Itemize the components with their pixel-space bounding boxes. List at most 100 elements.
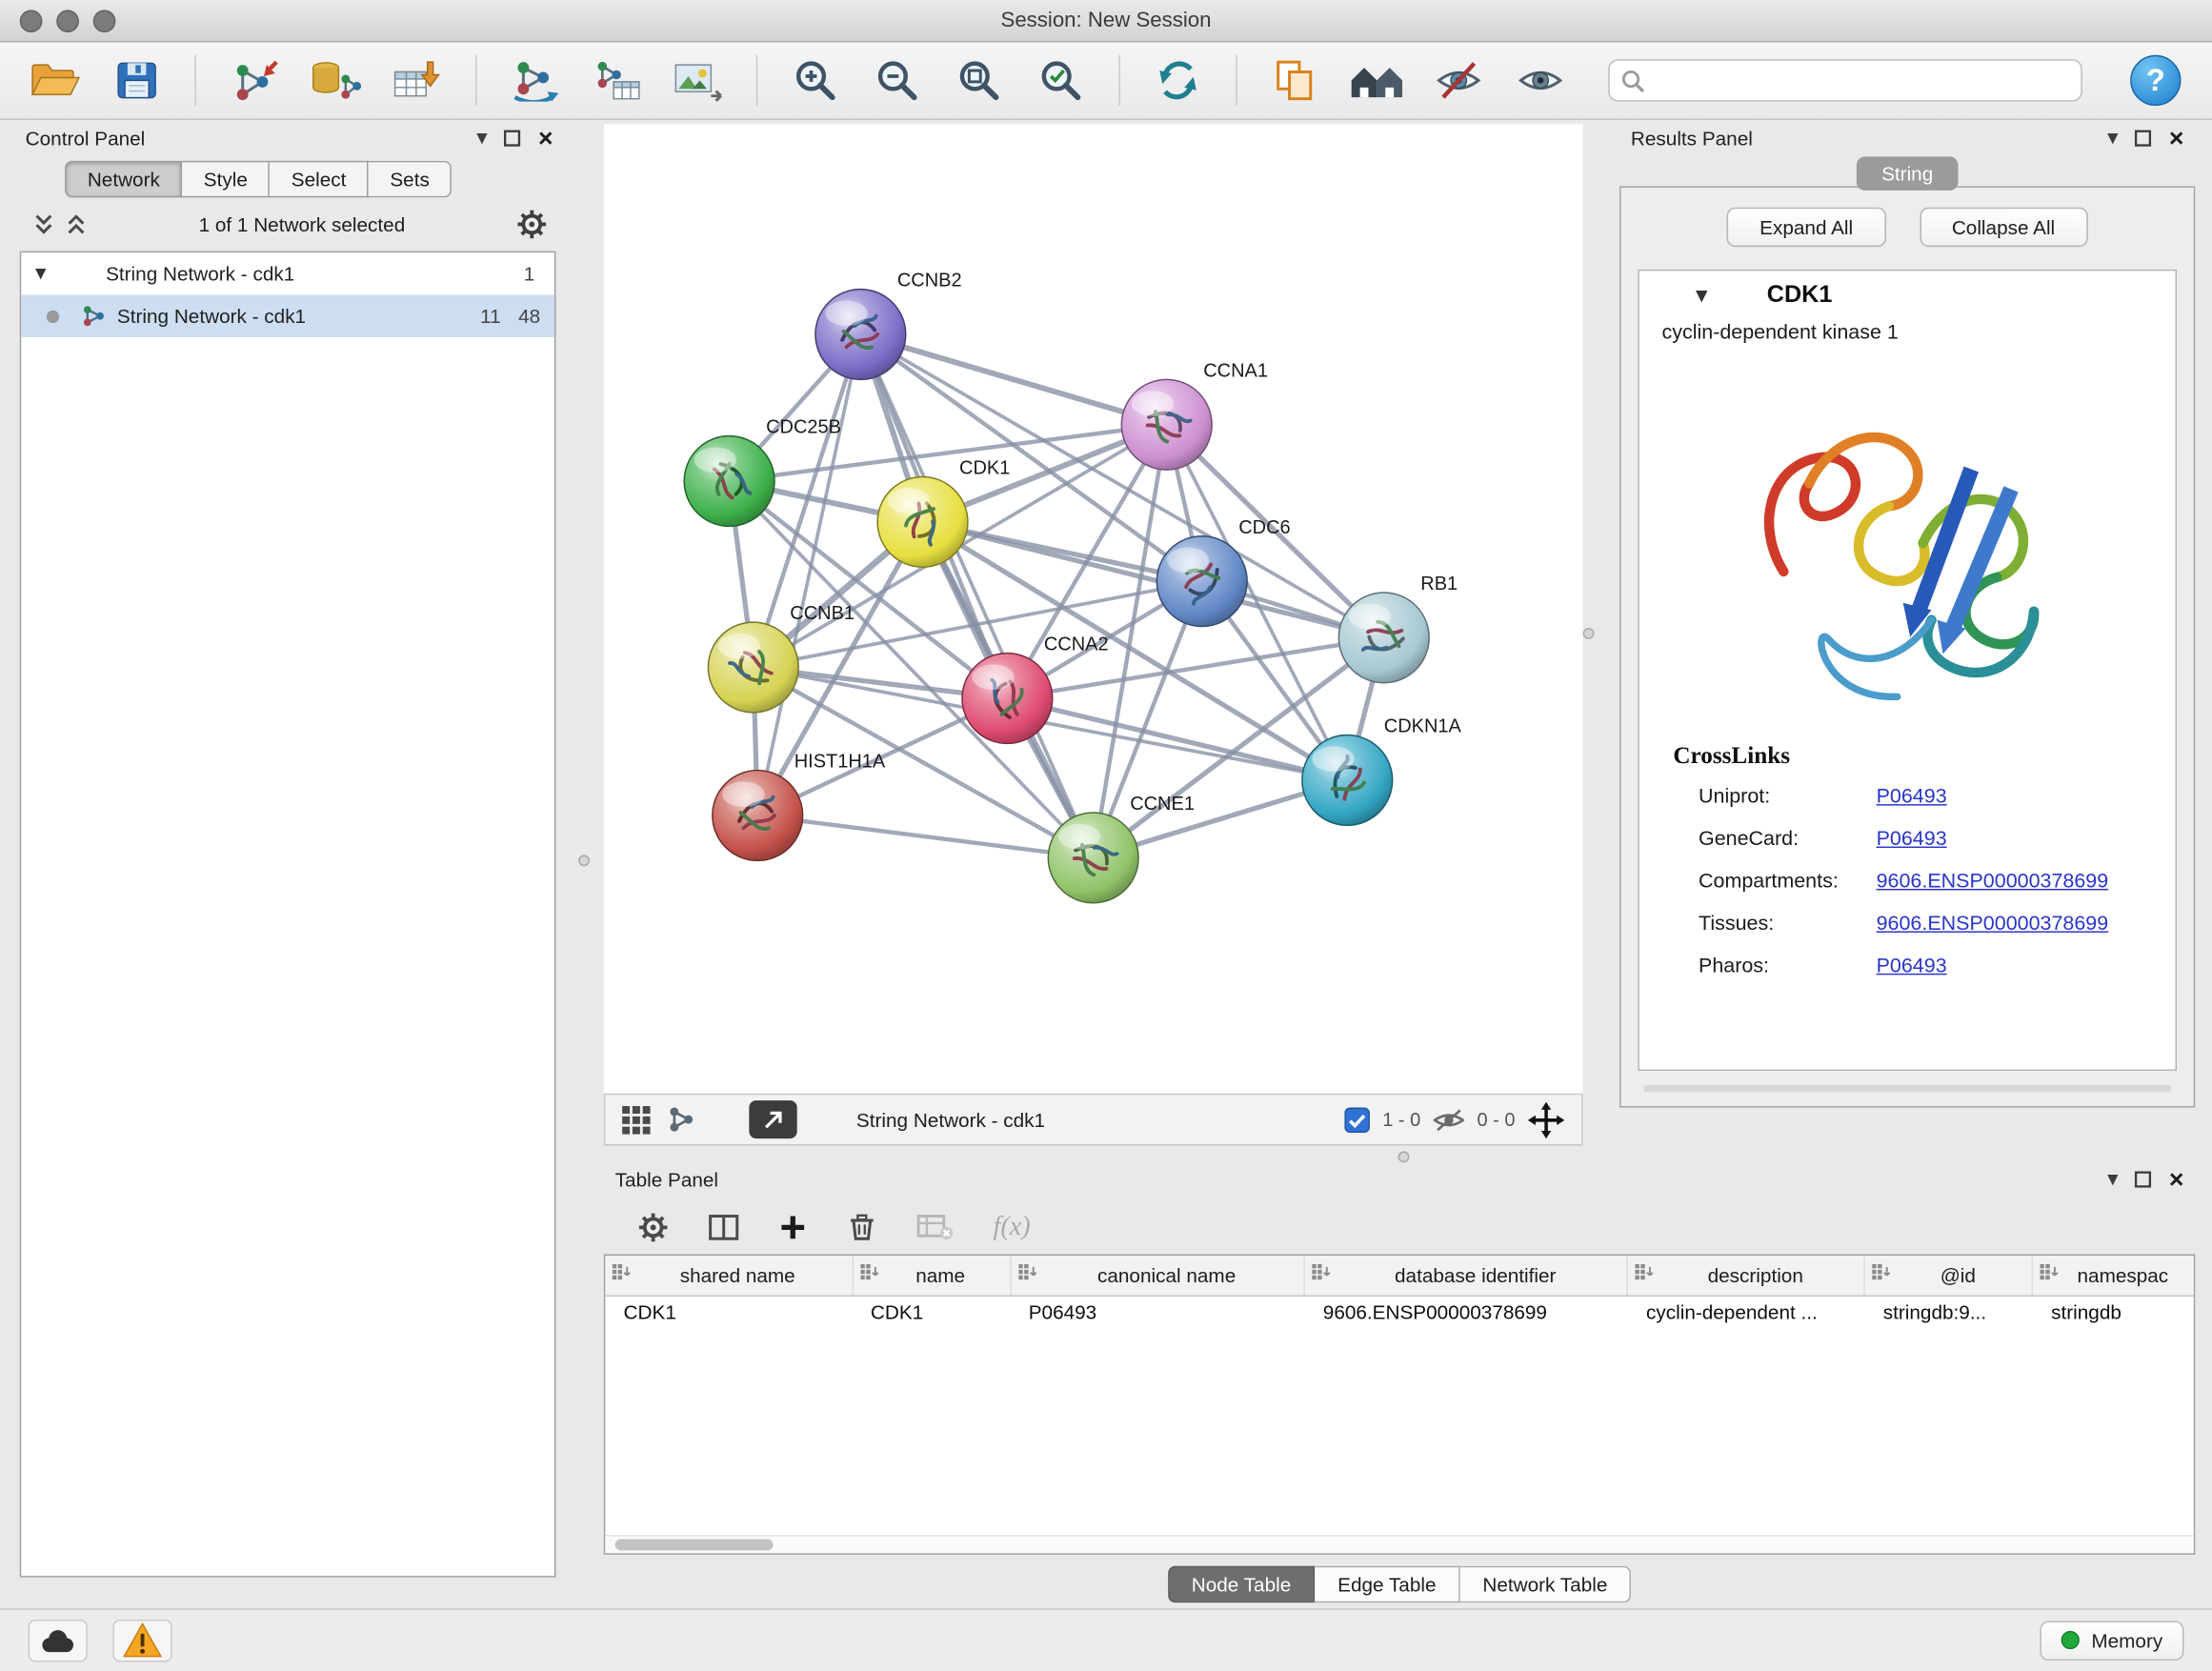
table-cell[interactable]: cyclin-dependent ... <box>1628 1295 1865 1333</box>
new-network-button[interactable] <box>502 48 567 112</box>
network-node-RB1[interactable]: RB1 <box>1338 574 1458 683</box>
column-header[interactable]: description <box>1628 1256 1865 1295</box>
memory-button[interactable]: Memory <box>2041 1621 2183 1660</box>
tab-style[interactable]: Style <box>183 161 271 198</box>
results-horizontal-scrollbar[interactable] <box>1643 1085 2171 1092</box>
table-cell[interactable]: P06493 <box>1010 1295 1304 1333</box>
network-edge[interactable] <box>860 334 1093 857</box>
left-splitter-handle[interactable] <box>578 855 590 866</box>
export-table-button[interactable] <box>584 48 649 112</box>
crosslink-link[interactable]: 9606.ENSP00000378699 <box>1877 860 2109 902</box>
network-collection-row[interactable]: ▼ String Network - cdk1 1 <box>21 252 554 294</box>
network-row[interactable]: String Network - cdk1 11 48 <box>21 295 554 337</box>
collapse-all-icon[interactable] <box>34 213 55 236</box>
show-graphics-button[interactable] <box>1508 48 1573 112</box>
table-cell[interactable]: 9606.ENSP00000378699 <box>1305 1295 1628 1333</box>
panel-float-icon[interactable] <box>2135 1171 2152 1188</box>
table-cell[interactable]: CDK1 <box>853 1295 1011 1333</box>
warnings-button[interactable] <box>112 1619 171 1661</box>
open-session-button[interactable] <box>23 48 88 112</box>
close-window-button[interactable] <box>20 10 43 32</box>
column-header[interactable]: canonical name <box>1010 1256 1304 1295</box>
minimize-window-button[interactable] <box>56 10 79 32</box>
column-header[interactable]: @id <box>1864 1256 2032 1295</box>
column-header[interactable]: namespac <box>2033 1256 2194 1295</box>
tab-select[interactable]: Select <box>271 161 370 198</box>
cloud-button[interactable] <box>29 1619 88 1661</box>
network-node-CCNB2[interactable]: CCNB2 <box>815 271 962 380</box>
help-button[interactable]: ? <box>2130 55 2181 106</box>
save-session-button[interactable] <box>105 48 170 112</box>
crosslink-link[interactable]: P06493 <box>1877 945 1947 987</box>
network-edge[interactable] <box>757 815 1093 857</box>
panel-float-icon[interactable] <box>2135 130 2152 147</box>
column-header[interactable]: name <box>853 1256 1011 1295</box>
tab-network-table[interactable]: Network Table <box>1460 1566 1632 1603</box>
panel-float-icon[interactable] <box>504 130 521 147</box>
network-node-HIST1H1A[interactable]: HIST1H1A <box>713 752 886 861</box>
column-header[interactable]: shared name <box>605 1256 852 1295</box>
gene-card-header[interactable]: ▼ CDK1 <box>1639 271 2176 318</box>
panel-close-icon[interactable]: × <box>2169 126 2184 151</box>
table-cell[interactable]: CDK1 <box>605 1295 852 1333</box>
import-network-file-button[interactable] <box>222 48 287 112</box>
table-cell[interactable]: stringdb:9... <box>1864 1295 2032 1333</box>
right-splitter-handle[interactable] <box>1583 628 1595 639</box>
panel-menu-icon[interactable]: ▼ <box>476 131 487 146</box>
network-edge[interactable] <box>860 334 1166 425</box>
export-network-view-button[interactable] <box>749 1100 796 1138</box>
tab-node-table[interactable]: Node Table <box>1168 1566 1316 1603</box>
tab-network[interactable]: Network <box>65 161 182 198</box>
scrollbar-thumb[interactable] <box>615 1540 774 1551</box>
refresh-button[interactable] <box>1145 48 1210 112</box>
add-column-icon[interactable] <box>778 1214 807 1242</box>
table-row[interactable]: CDK1CDK1P064939606.ENSP00000378699cyclin… <box>605 1295 2193 1333</box>
zoom-in-button[interactable] <box>783 48 848 112</box>
selected-checkbox-icon[interactable] <box>1344 1107 1370 1133</box>
import-network-database-button[interactable] <box>303 48 368 112</box>
column-header[interactable]: database identifier <box>1305 1256 1628 1295</box>
tab-sets[interactable]: Sets <box>369 161 452 198</box>
network-node-CCNB1[interactable]: CCNB1 <box>708 603 855 713</box>
collapse-all-button[interactable]: Collapse All <box>1920 208 2087 247</box>
network-edge[interactable] <box>757 334 860 815</box>
search-input[interactable] <box>1608 59 2082 101</box>
zoom-fit-button[interactable] <box>947 48 1012 112</box>
network-graph[interactable]: CCNB2CCNA1CDC25BCDK1CDC6RB1CCNB1CCNA2CDK… <box>604 124 1583 1093</box>
export-image-button[interactable] <box>666 48 731 112</box>
network-node-CDKN1A[interactable]: CDKN1A <box>1302 716 1462 826</box>
home-button[interactable] <box>1344 48 1409 112</box>
network-node-CDK1[interactable]: CDK1 <box>877 458 1010 568</box>
tab-edge-table[interactable]: Edge Table <box>1315 1566 1459 1603</box>
select-columns-icon[interactable] <box>708 1214 739 1242</box>
fit-selected-crosshair-icon[interactable] <box>1528 1101 1565 1138</box>
table-cell[interactable]: stringdb <box>2033 1295 2194 1333</box>
expand-all-button[interactable]: Expand All <box>1727 208 1885 247</box>
crosslink-link[interactable]: P06493 <box>1877 818 1947 860</box>
tab-string[interactable]: String <box>1856 156 1958 191</box>
network-canvas[interactable]: CCNB2CCNA1CDC25BCDK1CDC6RB1CCNB1CCNA2CDK… <box>604 124 1583 1093</box>
network-node-CCNA1[interactable]: CCNA1 <box>1121 360 1268 470</box>
hide-graphics-button[interactable] <box>1426 48 1491 112</box>
copy-button[interactable] <box>1262 48 1327 112</box>
crosslink-link[interactable]: P06493 <box>1877 775 1947 817</box>
bottom-splitter-handle[interactable] <box>1398 1151 1410 1162</box>
panel-menu-icon[interactable]: ▼ <box>2107 1172 2118 1187</box>
panel-close-icon[interactable]: × <box>538 126 553 151</box>
titlebar[interactable]: Session: New Session <box>0 0 2212 42</box>
network-overview-icon[interactable] <box>667 1106 695 1133</box>
crosslink-link[interactable]: 9606.ENSP00000378699 <box>1877 903 2109 945</box>
import-table-button[interactable] <box>385 48 450 112</box>
collection-collapse-icon[interactable]: ▼ <box>35 266 67 281</box>
table-horizontal-scrollbar[interactable] <box>605 1535 2193 1553</box>
expand-all-icon[interactable] <box>67 213 88 236</box>
zoom-out-button[interactable] <box>865 48 930 112</box>
delete-column-icon[interactable] <box>847 1212 878 1243</box>
gene-collapse-icon[interactable]: ▼ <box>1657 286 1708 304</box>
panel-menu-icon[interactable]: ▼ <box>2107 131 2118 146</box>
maximize-window-button[interactable] <box>93 10 116 32</box>
birds-eye-grid-icon[interactable] <box>622 1105 651 1134</box>
options-gear-icon[interactable] <box>516 209 548 240</box>
panel-close-icon[interactable]: × <box>2169 1167 2184 1193</box>
table-options-gear-icon[interactable] <box>637 1212 669 1243</box>
